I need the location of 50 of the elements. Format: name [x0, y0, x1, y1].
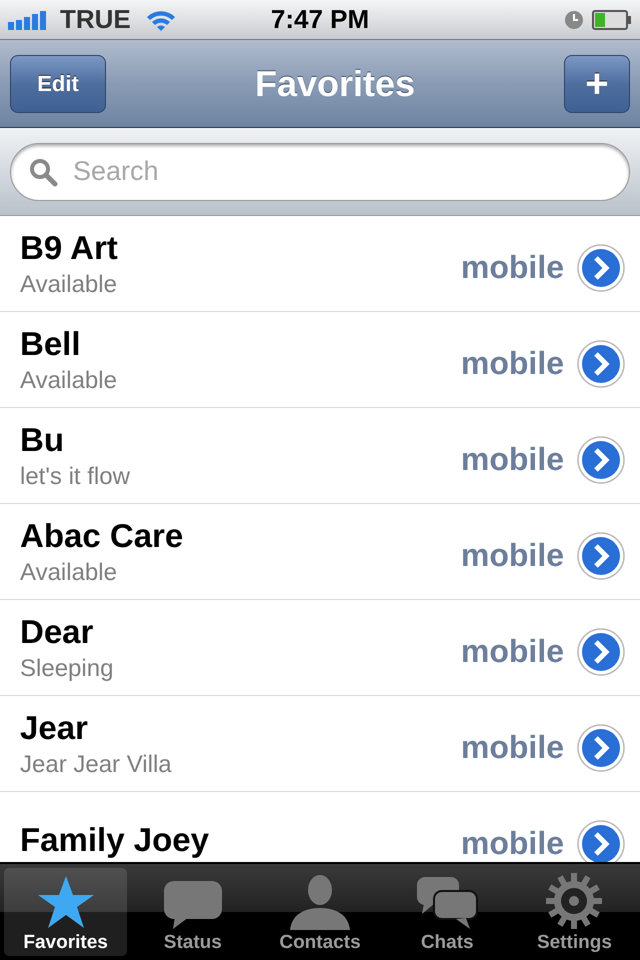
contact-name: Bu [20, 420, 65, 458]
detail-disclosure-icon[interactable] [576, 338, 626, 388]
detail-disclosure-icon[interactable] [576, 434, 626, 484]
tab-item[interactable]: Chats [386, 868, 509, 956]
contact-name: Family Joey [20, 820, 210, 858]
detail-disclosure-icon[interactable] [576, 242, 626, 292]
contact-row[interactable]: B9 Art Available mobile [0, 216, 640, 312]
phone-type: mobile [460, 633, 564, 670]
tab-item[interactable]: Settings [512, 868, 636, 956]
detail-disclosure-icon[interactable] [576, 626, 626, 676]
contact-row[interactable]: Bu let's it flow mobile [0, 408, 640, 504]
phone-type: mobile [460, 729, 564, 766]
speech-bubble-icon [162, 880, 223, 930]
contact-row[interactable]: Abac Care Available mobile [0, 504, 640, 600]
detail-disclosure-icon[interactable] [576, 722, 626, 772]
phone-type: mobile [460, 825, 564, 862]
tab-item[interactable]: Favorites [4, 868, 128, 956]
contact-status: Available [20, 270, 118, 298]
battery-icon [592, 10, 632, 30]
carrier-name: TRUE [60, 4, 131, 35]
contact-status: Sleeping [20, 654, 114, 682]
contact-name: Jear [20, 708, 89, 746]
search-field[interactable]: Search [10, 142, 630, 200]
detail-disclosure-icon[interactable] [576, 530, 626, 580]
screen-title: Favorites [254, 62, 416, 104]
contact-name: Abac Care [20, 516, 184, 554]
phone-type: mobile [460, 249, 564, 286]
person-icon [288, 874, 352, 930]
contact-name: Bell [20, 324, 82, 362]
contact-row[interactable]: Jear Jear Jear Villa mobile [0, 696, 640, 792]
phone-type: mobile [460, 537, 564, 574]
star-icon [36, 874, 96, 930]
edit-button[interactable]: Edit [10, 54, 106, 112]
tab-item[interactable]: Status [131, 868, 254, 956]
gear-icon [545, 872, 604, 930]
contact-name: Dear [20, 612, 94, 650]
clock-icon [564, 10, 584, 30]
contact-status: Available [20, 558, 118, 586]
phone-type: mobile [460, 441, 564, 478]
contact-status: let's it flow [20, 462, 131, 490]
tab-item[interactable]: Contacts [258, 868, 382, 956]
contact-status: Jear Jear Villa [20, 750, 173, 778]
chat-bubbles-icon [416, 876, 478, 930]
add-button[interactable]: + [564, 54, 630, 112]
contact-name: B9 Art [20, 228, 119, 266]
phone-type: mobile [460, 345, 564, 382]
contact-row[interactable]: Dear Sleeping mobile [0, 600, 640, 696]
contact-row[interactable]: Bell Available mobile [0, 312, 640, 408]
clock-time: 7:47 PM [270, 4, 370, 35]
contact-status: Available [20, 366, 118, 394]
